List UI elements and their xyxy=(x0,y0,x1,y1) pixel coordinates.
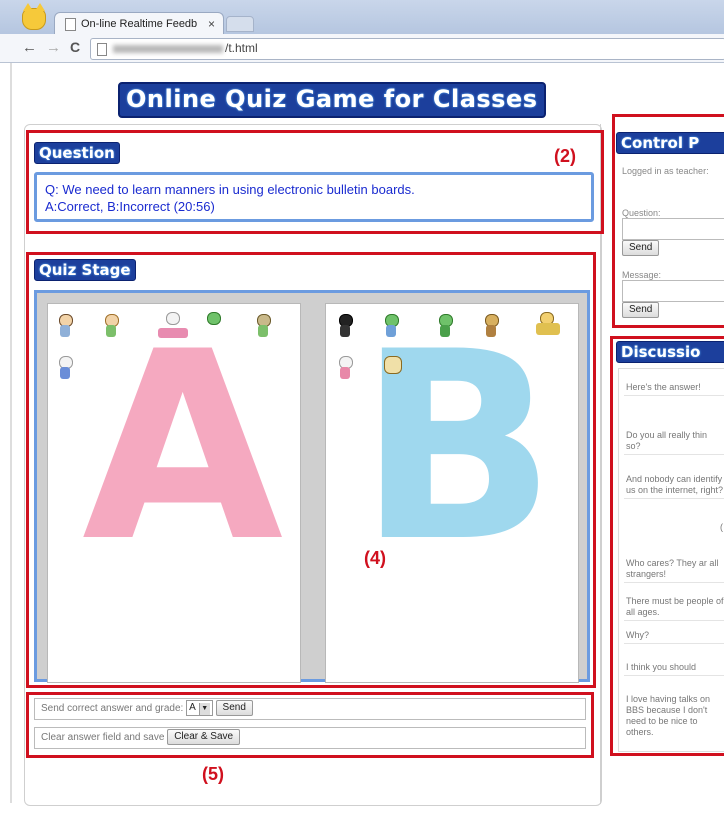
student-avatar[interactable] xyxy=(102,314,120,340)
page-edge xyxy=(10,63,12,803)
clear-save-button[interactable]: Clear & Save xyxy=(167,729,241,746)
question-box: Q: We need to learn manners in using ele… xyxy=(34,172,594,222)
send-message-button[interactable]: Send xyxy=(622,302,660,318)
discussion-message: Who cares? They ar all strangers! xyxy=(624,556,724,583)
student-avatar[interactable] xyxy=(534,312,562,338)
logged-in-label: Logged in as teacher: xyxy=(622,166,709,176)
student-avatar[interactable] xyxy=(56,356,74,382)
question-input[interactable] xyxy=(622,218,724,240)
student-avatar[interactable] xyxy=(482,314,500,340)
student-avatar[interactable] xyxy=(336,314,354,340)
question-options: A:Correct, B:Incorrect (20:56) xyxy=(45,199,215,214)
discussion-message: I love having talks on BBS because I don… xyxy=(626,694,711,737)
tab-title: On-line Realtime Feedb xyxy=(81,18,198,30)
app-logo: Online Quiz Game for Classes xyxy=(118,82,546,118)
browser-cat-icon xyxy=(22,3,46,30)
control-panel-heading: Control P xyxy=(616,132,724,154)
question-marker: (2) xyxy=(554,146,576,166)
message-input-label: Message: xyxy=(622,270,662,280)
close-icon[interactable]: × xyxy=(208,13,215,35)
controls-marker: (5) xyxy=(202,764,224,784)
answer-panel-b[interactable]: B xyxy=(325,303,579,683)
discussion-message: Do you all really thin so? xyxy=(624,428,724,455)
send-grade-button[interactable]: Send xyxy=(215,700,253,717)
question-heading: Question xyxy=(34,142,120,164)
answer-select[interactable]: A ▼ xyxy=(186,700,213,717)
question-input-label: Question: xyxy=(622,208,661,218)
discussion-message: Why? xyxy=(624,628,724,644)
answer-letter-a: A xyxy=(82,303,284,599)
quiz-stage-marker: (4) xyxy=(364,548,386,568)
grade-row: Send correct answer and grade: A ▼ Send xyxy=(34,698,586,720)
student-avatar[interactable] xyxy=(382,314,400,340)
clear-row: Clear answer field and save Clear & Save xyxy=(34,727,586,749)
quiz-stage: A B xyxy=(34,290,590,683)
back-icon[interactable]: ← xyxy=(22,39,37,56)
page-icon xyxy=(97,43,107,56)
page-icon xyxy=(65,18,76,31)
message-input[interactable] xyxy=(622,280,724,302)
student-avatar[interactable] xyxy=(336,356,354,382)
browser-nav-bar: ← → C /t.html xyxy=(0,34,724,63)
blurred-url-host xyxy=(113,45,223,53)
discussion-message: Here's the answer! xyxy=(624,380,724,396)
url-path: /t.html xyxy=(225,41,258,55)
discussion-message: And nobody can identify us on the intern… xyxy=(624,472,724,499)
student-avatar[interactable] xyxy=(56,314,74,340)
discussion-message: I think you should xyxy=(624,660,724,676)
browser-tab-bar: On-line Realtime Feedb × xyxy=(0,0,724,35)
new-tab-button[interactable] xyxy=(226,16,254,32)
discussion-message: There must be people of all ages. xyxy=(624,594,724,621)
question-text: Q: We need to learn manners in using ele… xyxy=(45,182,415,197)
discussion-heading: Discussio xyxy=(616,341,724,363)
quiz-stage-heading: Quiz Stage xyxy=(34,259,136,281)
chevron-down-icon: ▼ xyxy=(198,703,210,716)
student-avatar[interactable] xyxy=(204,312,222,338)
student-avatar[interactable] xyxy=(254,314,272,340)
forward-icon[interactable]: → xyxy=(46,39,61,56)
address-bar[interactable]: /t.html xyxy=(90,38,724,60)
student-avatar[interactable] xyxy=(156,312,190,338)
send-question-button[interactable]: Send xyxy=(622,240,660,256)
clear-label: Clear answer field and save xyxy=(41,732,165,743)
answer-panel-a[interactable]: A xyxy=(47,303,301,683)
discussion-fragment: ( xyxy=(720,522,723,532)
student-avatar[interactable] xyxy=(382,356,404,382)
reload-icon[interactable]: C xyxy=(70,39,80,55)
grade-label: Send correct answer and grade: xyxy=(41,703,184,714)
browser-tab[interactable]: On-line Realtime Feedb × xyxy=(54,12,224,35)
student-avatar[interactable] xyxy=(436,314,454,340)
answer-select-value: A xyxy=(189,702,196,714)
